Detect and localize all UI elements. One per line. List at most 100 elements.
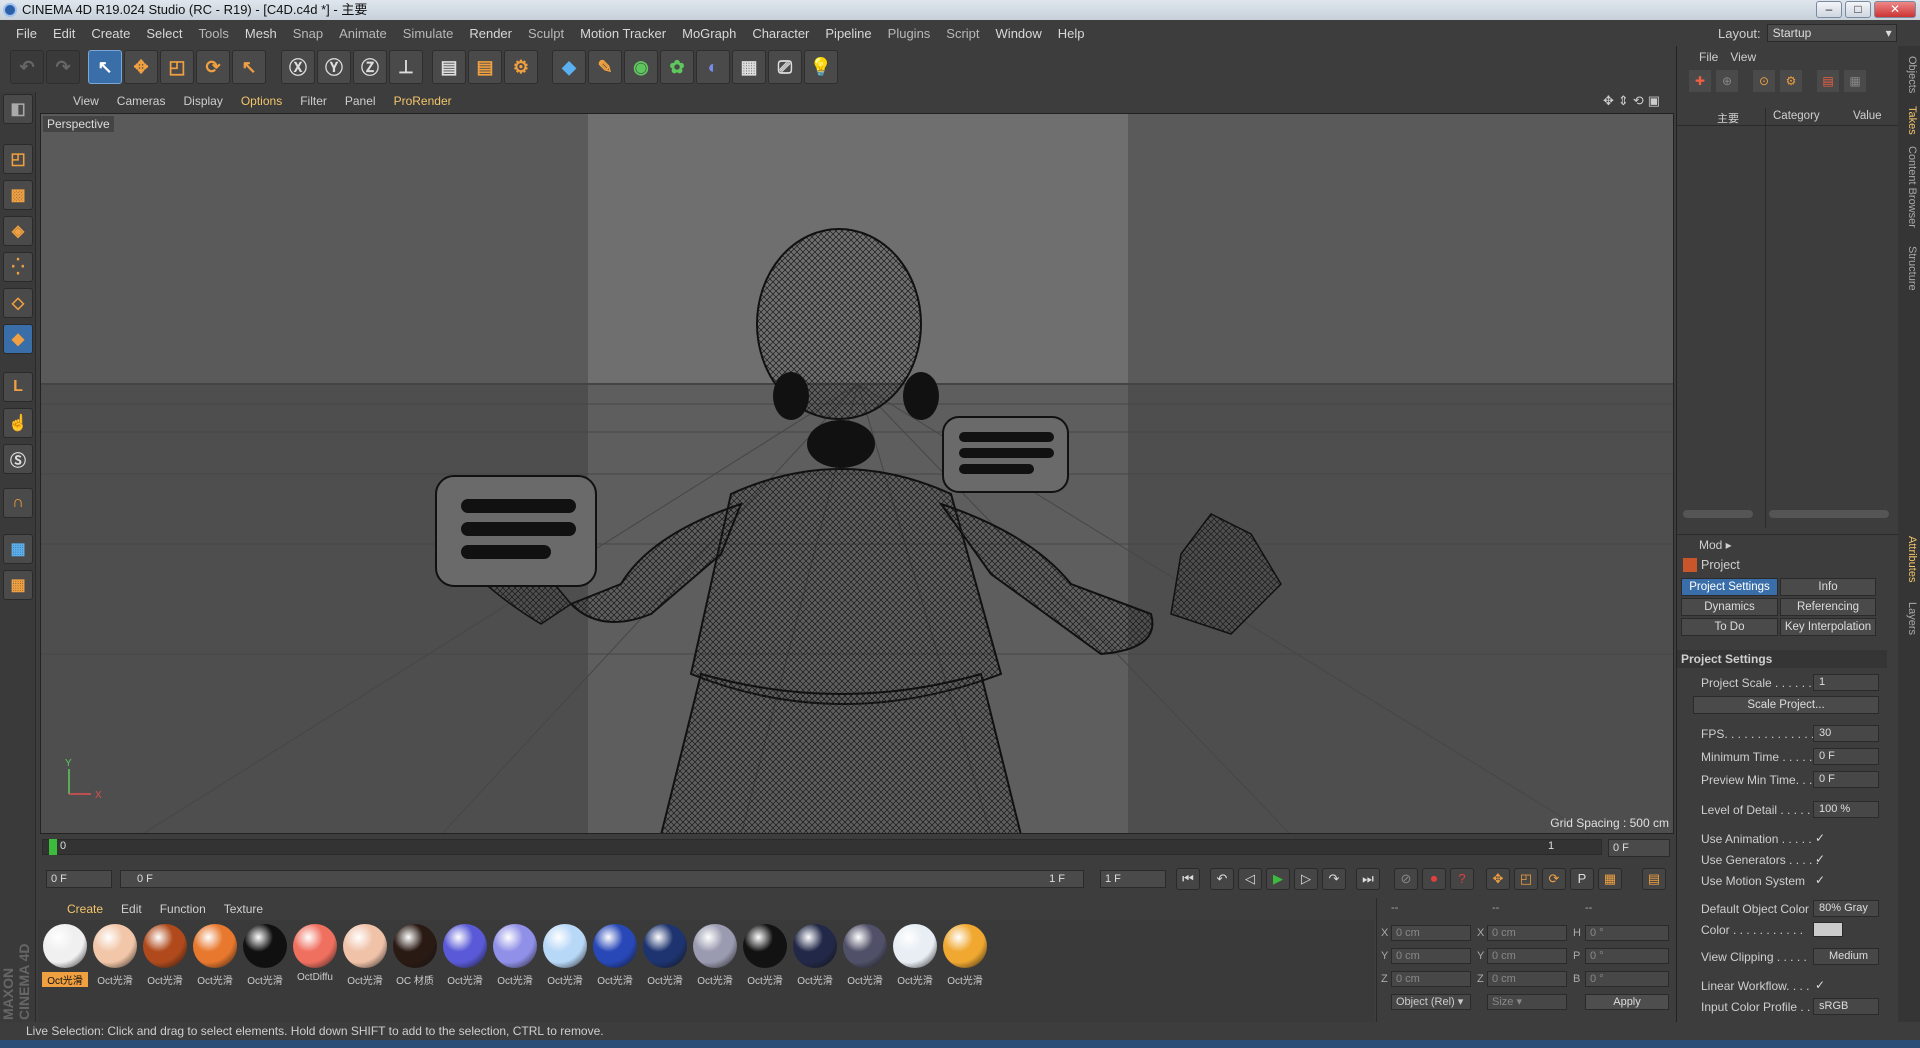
size-mode-select[interactable]: Size ▾ bbox=[1487, 994, 1567, 1010]
material-swatch[interactable]: Oct光滑 bbox=[892, 924, 938, 988]
menu-mograph[interactable]: MoGraph bbox=[674, 26, 744, 41]
menu-simulate[interactable]: Simulate bbox=[395, 26, 462, 41]
planar-workplane-icon[interactable]: ▦ bbox=[3, 570, 33, 600]
fps-field[interactable]: 30 bbox=[1813, 725, 1879, 742]
previous-frame-icon[interactable]: ◁ bbox=[1238, 868, 1262, 890]
use-generators-checkbox[interactable]: ✓ bbox=[1815, 852, 1825, 866]
take-add-icon[interactable]: ✚ bbox=[1689, 70, 1711, 92]
close-button[interactable]: ✕ bbox=[1874, 1, 1916, 18]
viewport-menu-options[interactable]: Options bbox=[232, 94, 291, 108]
take-scrollbar[interactable] bbox=[1683, 510, 1753, 518]
material-swatch[interactable]: Oct光滑 bbox=[142, 924, 188, 988]
next-key-icon[interactable]: ↷ bbox=[1322, 868, 1346, 890]
scale-project-button[interactable]: Scale Project... bbox=[1693, 696, 1879, 714]
render-settings-icon[interactable]: ⚙ bbox=[504, 50, 538, 84]
material-swatch[interactable]: Oct光滑 bbox=[242, 924, 288, 988]
material-swatch[interactable]: Oct光滑 bbox=[492, 924, 538, 988]
menu-file[interactable]: File bbox=[8, 26, 45, 41]
snap-icon[interactable]: Ⓢ bbox=[3, 444, 33, 474]
y-axis-lock-icon[interactable]: Ⓨ bbox=[317, 50, 351, 84]
apply-button[interactable]: Apply bbox=[1585, 994, 1669, 1010]
material-swatch[interactable]: Oct光滑 bbox=[792, 924, 838, 988]
menu-edit[interactable]: Edit bbox=[45, 26, 83, 41]
texture-mode-icon[interactable]: ▩ bbox=[3, 180, 33, 210]
material-swatch[interactable]: Oct光滑 bbox=[842, 924, 888, 988]
pos-y-field[interactable]: 0 cm bbox=[1391, 948, 1471, 964]
size-z-field[interactable]: 0 cm bbox=[1487, 971, 1567, 987]
scale-tool-icon[interactable]: ◰ bbox=[160, 50, 194, 84]
timeline-frame-field[interactable]: 0 F bbox=[1608, 839, 1670, 857]
material-swatch[interactable]: OC 材质 bbox=[392, 924, 438, 988]
autokey-icon[interactable]: ⏺ bbox=[1422, 868, 1446, 890]
cube-icon[interactable]: ◆ bbox=[552, 50, 586, 84]
keyframe-selection-icon[interactable]: ? bbox=[1450, 868, 1474, 890]
playhead[interactable] bbox=[49, 839, 57, 855]
color-swatch[interactable] bbox=[1813, 922, 1843, 937]
tab-structure[interactable]: Structure bbox=[1900, 246, 1918, 291]
menu-sculpt[interactable]: Sculpt bbox=[520, 26, 572, 41]
points-mode-icon[interactable]: ⁛ bbox=[3, 252, 33, 282]
record-rotation-icon[interactable]: ⟳ bbox=[1542, 868, 1566, 890]
material-swatch[interactable]: Oct光滑 bbox=[692, 924, 738, 988]
render-picture-viewer-icon[interactable]: ▤ bbox=[468, 50, 502, 84]
material-swatch[interactable]: Oct光滑 bbox=[192, 924, 238, 988]
tab-takes[interactable]: Takes bbox=[1900, 106, 1918, 135]
attributes-mode-menu[interactable]: Mod bbox=[1699, 538, 1722, 552]
z-axis-lock-icon[interactable]: Ⓩ bbox=[353, 50, 387, 84]
menu-render[interactable]: Render bbox=[461, 26, 520, 41]
tab-project-settings[interactable]: Project Settings bbox=[1681, 578, 1778, 596]
timeline-window-icon[interactable]: ▤ bbox=[1642, 868, 1666, 890]
workplane-mode-icon[interactable]: ◈ bbox=[3, 216, 33, 246]
x-axis-lock-icon[interactable]: Ⓧ bbox=[281, 50, 315, 84]
tab-objects[interactable]: Objects bbox=[1900, 56, 1918, 93]
viewport-menu-panel[interactable]: Panel bbox=[336, 94, 385, 108]
rot-b-field[interactable]: 0 ° bbox=[1585, 971, 1669, 987]
mograph-cloner-icon[interactable]: ✿ bbox=[660, 50, 694, 84]
camera-icon[interactable]: ⎚ bbox=[768, 50, 802, 84]
make-editable-icon[interactable]: ◧ bbox=[3, 94, 33, 124]
tweak-mode-icon[interactable]: ☝ bbox=[3, 408, 33, 438]
model-mode-icon[interactable]: ◰ bbox=[3, 144, 33, 174]
timeline-ruler[interactable] bbox=[42, 839, 1602, 855]
viewport-nav-icons[interactable]: ✥⇕⟲▣ bbox=[1603, 93, 1664, 109]
undo-button[interactable]: ↶ bbox=[10, 50, 44, 84]
material-menu-edit[interactable]: Edit bbox=[112, 902, 151, 916]
light-icon[interactable]: 💡 bbox=[804, 50, 838, 84]
coordinate-system-icon[interactable]: ⊥ bbox=[389, 50, 423, 84]
material-swatch[interactable]: Oct光滑 bbox=[942, 924, 988, 988]
current-frame-field[interactable]: 0 F bbox=[46, 870, 112, 888]
material-swatch[interactable]: Oct光滑 bbox=[42, 924, 88, 988]
size-y-field[interactable]: 0 cm bbox=[1487, 948, 1567, 964]
viewport-menu-filter[interactable]: Filter bbox=[291, 94, 336, 108]
viewport-menu-prorender[interactable]: ProRender bbox=[385, 94, 461, 108]
menu-window[interactable]: Window bbox=[988, 26, 1050, 41]
range-slider[interactable]: 0 F1 F bbox=[120, 870, 1084, 888]
record-keys-icon[interactable]: ⊘ bbox=[1394, 868, 1418, 890]
menu-select[interactable]: Select bbox=[138, 26, 190, 41]
pos-x-field[interactable]: 0 cm bbox=[1391, 925, 1471, 941]
take-clone-icon[interactable]: ⊕ bbox=[1716, 70, 1738, 92]
material-swatch[interactable]: Oct光滑 bbox=[92, 924, 138, 988]
viewport[interactable]: Y X Perspective Grid Spacing : 500 cm bbox=[40, 113, 1674, 834]
view-clipping-select[interactable]: Medium bbox=[1813, 948, 1879, 965]
project-scale-field[interactable]: 1 bbox=[1813, 674, 1879, 691]
record-pla-icon[interactable]: ▦ bbox=[1598, 868, 1622, 890]
tab-content-browser[interactable]: Content Browser bbox=[1900, 146, 1918, 228]
tab-info[interactable]: Info bbox=[1780, 578, 1876, 596]
level-of-detail-field[interactable]: 100 % bbox=[1813, 801, 1879, 818]
rotate-tool-icon[interactable]: ⟳ bbox=[196, 50, 230, 84]
viewport-menu-cameras[interactable]: Cameras bbox=[108, 94, 175, 108]
material-menu-function[interactable]: Function bbox=[151, 902, 215, 916]
axis-mode-icon[interactable]: L bbox=[3, 372, 33, 402]
timeline[interactable]: 0 1 0 F bbox=[38, 836, 1674, 862]
subdivision-icon[interactable]: ◉ bbox=[624, 50, 658, 84]
tab-attributes[interactable]: Attributes bbox=[1900, 536, 1918, 582]
record-position-icon[interactable]: ✥ bbox=[1486, 868, 1510, 890]
viewport-menu-display[interactable]: Display bbox=[174, 94, 231, 108]
use-animation-checkbox[interactable]: ✓ bbox=[1815, 831, 1825, 845]
recent-tool-icon[interactable]: ↖ bbox=[232, 50, 266, 84]
menu-script[interactable]: Script bbox=[938, 26, 987, 41]
polygons-mode-icon[interactable]: ◆ bbox=[3, 324, 33, 354]
record-parameter-icon[interactable]: P bbox=[1570, 868, 1594, 890]
material-menu-texture[interactable]: Texture bbox=[215, 902, 272, 916]
